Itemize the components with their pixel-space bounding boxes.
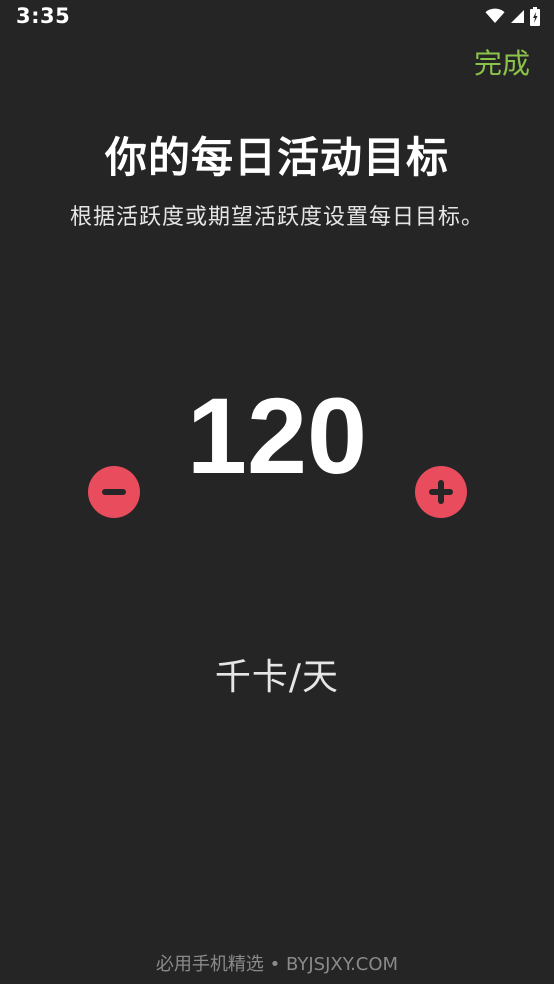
goal-value: 120 — [186, 375, 368, 496]
goal-unit-label: 千卡/天 — [214, 657, 340, 698]
battery-charging-icon — [530, 6, 540, 26]
decrease-goal-button[interactable] — [88, 466, 140, 518]
cellular-signal-icon — [510, 9, 525, 24]
page-subtitle: 根据活跃度或期望活跃度设置每日目标。 — [69, 205, 484, 230]
increase-goal-button[interactable] — [415, 466, 467, 518]
status-icons — [485, 5, 540, 27]
wifi-icon — [485, 8, 505, 24]
minus-icon — [88, 466, 140, 518]
status-time: 3:35 — [16, 4, 71, 28]
plus-icon — [415, 466, 467, 518]
page-title: 你的每日活动目标 — [104, 133, 449, 182]
daily-goal-screen: 3:35 完成 你的每日活动目标 根据活跃度或期望活跃度设置每日目标。 120 … — [0, 0, 554, 984]
done-button[interactable]: 完成 — [474, 42, 530, 82]
watermark: 必用手机精选 • BYJSJXY.COM — [155, 954, 399, 975]
status-bar: 3:35 — [0, 0, 554, 34]
